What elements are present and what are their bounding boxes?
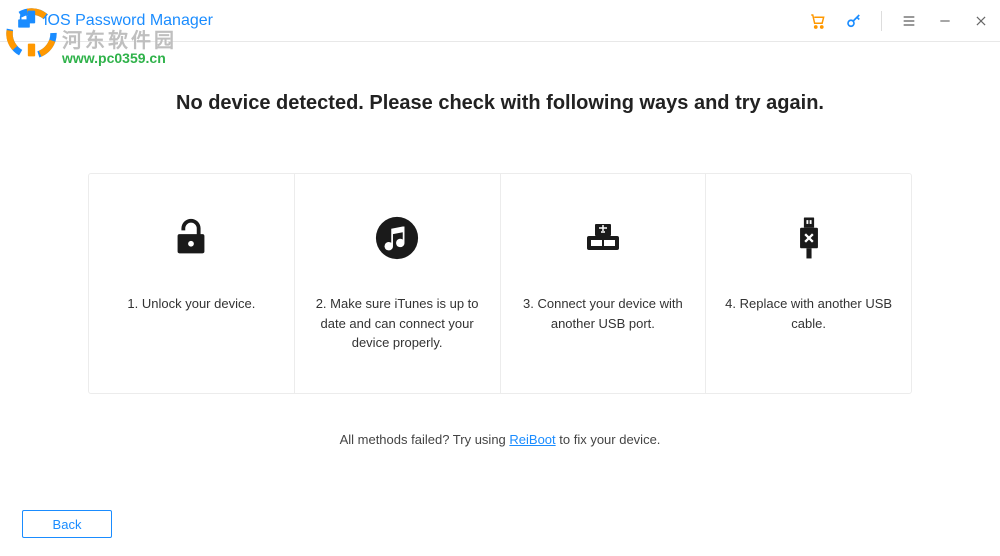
close-icon[interactable]	[972, 12, 990, 30]
footer-hint-prefix: All methods failed? Try using	[340, 432, 510, 447]
back-button[interactable]: Back	[22, 510, 112, 538]
menu-icon[interactable]	[900, 12, 918, 30]
titlebar-left: iOS Password Manager	[14, 11, 213, 31]
titlebar-right	[809, 11, 990, 31]
tip-card-usb-cable: 4. Replace with another USB cable.	[706, 174, 911, 393]
footer-hint-suffix: to fix your device.	[556, 432, 661, 447]
tip-text: 3. Connect your device with another USB …	[517, 294, 690, 333]
tip-text: 1. Unlock your device.	[127, 294, 255, 314]
lock-open-icon	[167, 214, 215, 262]
tip-card-usb-port: 3. Connect your device with another USB …	[501, 174, 707, 393]
tip-card-unlock: 1. Unlock your device.	[89, 174, 295, 393]
page-headline: No device detected. Please check with fo…	[88, 92, 912, 115]
key-icon[interactable]	[845, 12, 863, 30]
app-title: iOS Password Manager	[44, 12, 213, 30]
footer-hint: All methods failed? Try using ReiBoot to…	[88, 432, 912, 447]
main-content: No device detected. Please check with fo…	[0, 42, 1000, 447]
titlebar: iOS Password Manager	[0, 0, 1000, 42]
tip-card-itunes: 2. Make sure iTunes is up to date and ca…	[295, 174, 501, 393]
tip-text: 2. Make sure iTunes is up to date and ca…	[311, 294, 484, 353]
app-icon	[14, 11, 34, 31]
minimize-icon[interactable]	[936, 12, 954, 30]
usb-port-icon	[579, 214, 627, 262]
tip-text: 4. Replace with another USB cable.	[722, 294, 895, 333]
reiboot-link[interactable]: ReiBoot	[509, 432, 555, 447]
usb-cable-icon	[785, 214, 833, 262]
tips-cards: 1. Unlock your device. 2. Make sure iTun…	[88, 173, 912, 394]
titlebar-divider	[881, 11, 882, 31]
itunes-icon	[373, 214, 421, 262]
cart-icon[interactable]	[809, 12, 827, 30]
